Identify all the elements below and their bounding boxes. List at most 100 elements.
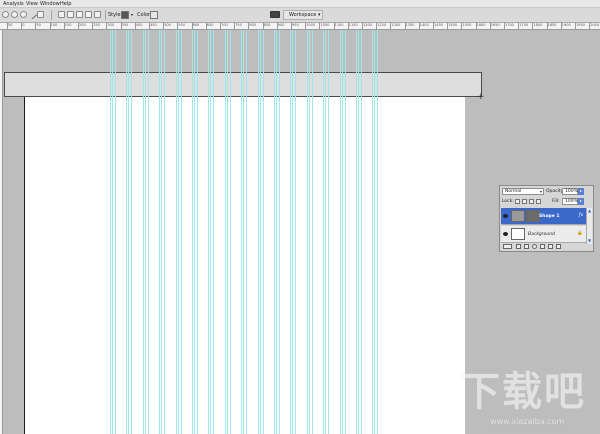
menu-help[interactable]: Help <box>60 1 71 7</box>
ruler-label: 1750 <box>519 23 529 27</box>
ruler-label: 1000 <box>306 23 316 27</box>
ruler-label: 150 <box>64 23 72 27</box>
exclude-shape-icon[interactable] <box>94 11 101 18</box>
ruler-label: 1350 <box>405 23 415 27</box>
lock-icon: 🔒 <box>577 231 583 236</box>
adjustment-layer-icon[interactable] <box>532 244 537 249</box>
ellipse-tool-icon[interactable] <box>11 11 18 18</box>
opacity-field[interactable]: 100% <box>562 188 578 195</box>
menu-view[interactable]: View <box>26 1 38 7</box>
layer-thumbnail <box>511 210 525 222</box>
ruler-label: 1150 <box>348 23 358 27</box>
workspace-button[interactable]: Workspace ▾ <box>283 10 323 20</box>
ruler-label: 300 <box>107 23 115 27</box>
layers-scrollbar[interactable]: ▲ ▼ <box>586 208 592 244</box>
toolbar-divider <box>105 10 106 20</box>
ruler-tick <box>149 22 150 29</box>
ruler-label: 200 <box>79 23 86 27</box>
delete-layer-icon[interactable] <box>556 244 561 249</box>
ruler-label: 1850 <box>547 23 557 27</box>
lock-pixels-icon[interactable] <box>522 199 527 204</box>
layer-name: Background <box>528 232 555 237</box>
new-layer-icon[interactable] <box>548 244 553 249</box>
menu-analysis[interactable]: Analysis <box>3 1 24 7</box>
watermark: 下载吧 www.xiazaiba.com <box>460 370 595 430</box>
ruler-label: 0 <box>22 23 25 27</box>
ruler-label: 1950 <box>576 23 585 27</box>
ruler-tick <box>63 22 65 29</box>
ruler-label: 450 <box>150 23 157 27</box>
ruler-label: 1250 <box>377 23 387 27</box>
lock-transparency-icon[interactable] <box>515 199 520 204</box>
ruler-tick <box>305 22 307 29</box>
fill-field[interactable]: 100% <box>562 198 578 205</box>
line-tool-icon[interactable] <box>27 9 38 20</box>
layer-thumbnail <box>511 228 525 240</box>
document-canvas[interactable] <box>24 72 465 434</box>
ruler-label: 250 <box>93 23 100 27</box>
ruler-tick <box>589 22 591 29</box>
ruler-label: 400 <box>135 23 143 27</box>
fx-icon[interactable] <box>516 244 521 249</box>
vertical-ruler[interactable] <box>0 30 3 434</box>
ruler-label: 2000 <box>590 23 600 27</box>
ruler-tick <box>220 22 221 29</box>
custom-shape-icon[interactable] <box>37 11 44 18</box>
ruler-label: 1400 <box>419 23 429 27</box>
fill-label: Fill: <box>552 199 560 204</box>
lock-position-icon[interactable] <box>529 199 534 204</box>
tool-presets-icon[interactable] <box>270 11 280 18</box>
ruler-label: 1900 <box>561 23 571 27</box>
style-dropdown-icon[interactable]: ▾ <box>131 12 133 18</box>
ellipse-tool-icon[interactable] <box>2 11 9 18</box>
layer-effects-icon: ƒx <box>579 213 584 218</box>
add-mask-icon[interactable] <box>524 244 529 249</box>
horizontal-ruler[interactable]: 50 0 50 100 150 200 250 300 350 400 450 500 550 600 65… <box>0 22 600 30</box>
eye-icon[interactable] <box>503 214 508 218</box>
ruler-label: 1050 <box>320 23 330 27</box>
ruler-tick <box>447 22 449 29</box>
ruler-tick <box>546 22 548 29</box>
ellipse-tool-icon[interactable] <box>20 11 27 18</box>
ruler-tick <box>504 22 505 29</box>
ruler-label: 900 <box>277 23 285 27</box>
new-group-icon[interactable] <box>540 244 545 249</box>
subtract-shape-icon[interactable] <box>76 11 83 18</box>
add-to-shape-icon[interactable] <box>67 11 74 18</box>
new-shape-layer-icon[interactable] <box>58 11 65 18</box>
workspace-label: Workspace <box>289 12 317 18</box>
ruler-tick <box>376 22 378 29</box>
link-layers-icon[interactable] <box>503 244 512 249</box>
style-swatch[interactable] <box>121 11 129 19</box>
ruler-label: 1300 <box>391 23 401 27</box>
ruler-tick <box>404 22 406 29</box>
header-shape[interactable] <box>4 72 482 97</box>
ruler-tick <box>234 22 236 29</box>
blend-mode-select[interactable]: Normal ▾ <box>502 188 544 195</box>
ruler-tick <box>191 22 193 29</box>
ruler-tick <box>418 22 420 29</box>
layer-row-background[interactable]: Background 🔒 <box>501 226 587 243</box>
ruler-label: 1800 <box>533 23 543 27</box>
layer-row-shape-1[interactable]: Shape 1 ƒx <box>501 208 587 225</box>
scroll-up-icon[interactable]: ▲ <box>587 208 592 214</box>
watermark-url: www.xiazaiba.com <box>490 417 565 426</box>
ruler-tick <box>35 22 37 29</box>
intersect-shape-icon[interactable] <box>85 11 92 18</box>
menu-window[interactable]: Window <box>40 1 60 7</box>
menu-bar: Analysis View Window Help <box>0 0 600 8</box>
ruler-tick <box>475 22 477 29</box>
ruler-label: 750 <box>235 23 242 27</box>
ruler-label: 1200 <box>363 23 372 27</box>
ruler-label: 850 <box>263 23 271 27</box>
color-swatch[interactable] <box>150 11 158 19</box>
lock-all-icon[interactable] <box>536 199 541 204</box>
ruler-tick <box>205 22 207 29</box>
ruler-tick <box>177 22 179 29</box>
ruler-tick <box>347 22 349 29</box>
eye-icon[interactable] <box>503 232 508 236</box>
ruler-tick <box>248 22 250 29</box>
fill-slider-arrow-icon[interactable]: ▸ <box>578 198 584 205</box>
ruler-label: 1600 <box>476 23 486 27</box>
opacity-slider-arrow-icon[interactable]: ▸ <box>578 188 584 195</box>
